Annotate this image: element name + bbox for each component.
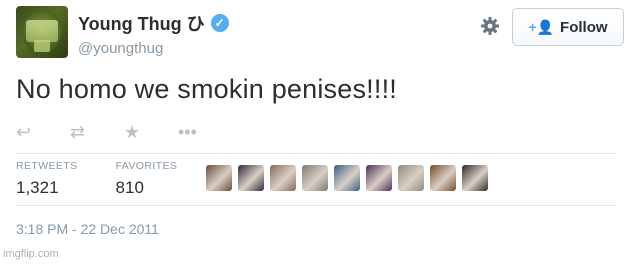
favoriter-avatar[interactable] [334,165,360,191]
divider [16,205,616,206]
gear-icon[interactable] [478,14,502,38]
favoriter-avatar[interactable] [462,165,488,191]
watermark: imgflip.com [3,248,59,260]
retweet-icon[interactable]: ⇄ [70,122,124,142]
more-icon[interactable]: ••• [178,122,232,142]
favorite-icon[interactable]: ★ [124,122,178,142]
favoriter-avatar[interactable] [398,165,424,191]
tweet-header: Young Thug ひ ✓ @youngthug +👤 Follow [16,6,624,62]
favoriter-avatars [206,165,488,191]
verified-badge-icon: ✓ [210,14,229,32]
divider [16,153,616,154]
follow-button[interactable]: +👤 Follow [512,8,624,46]
user-handle[interactable]: @youngthug [78,40,229,57]
retweets-count: 1,321 [16,178,59,197]
avatar[interactable] [16,6,68,58]
add-user-icon: +👤 [528,18,555,35]
favoriter-avatar[interactable] [270,165,296,191]
favoriter-avatar[interactable] [238,165,264,191]
favorites-stat[interactable]: FAVORITES 810 [116,160,178,198]
favorites-count: 810 [115,178,144,197]
tweet-text: No homo we smokin penises!!!! [16,74,397,104]
favoriter-avatar[interactable] [206,165,232,191]
favoriter-avatar[interactable] [430,165,456,191]
reply-icon[interactable]: ↩ [16,122,70,142]
tweet-stats: RETWEETS 1,321 FAVORITES 810 [16,160,215,198]
favoriter-avatar[interactable] [302,165,328,191]
tweet-timestamp[interactable]: 3:18 PM - 22 Dec 2011 [16,221,159,237]
retweets-label: RETWEETS [16,160,78,172]
retweets-stat[interactable]: RETWEETS 1,321 [16,160,78,198]
user-names: Young Thug ひ ✓ @youngthug [78,10,229,57]
tweet-actions: ↩ ⇄ ★ ••• [16,122,232,142]
favorites-label: FAVORITES [115,160,178,172]
display-name[interactable]: Young Thug ひ [78,10,205,36]
follow-label: Follow [560,18,608,36]
favoriter-avatar[interactable] [366,165,392,191]
